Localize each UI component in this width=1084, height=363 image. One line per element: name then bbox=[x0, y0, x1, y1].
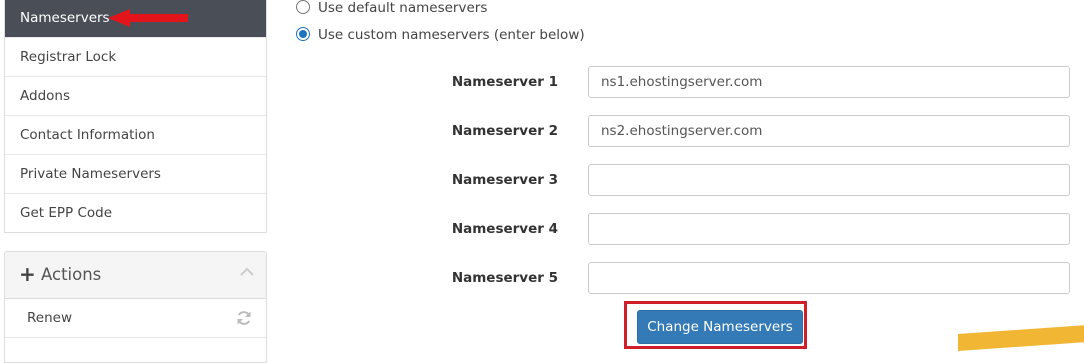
nameserver-1-input[interactable] bbox=[588, 66, 1070, 98]
domain-management-menu: Nameservers Registrar Lock Addons Contac… bbox=[4, 0, 267, 233]
actions-panel-title: Actions bbox=[41, 265, 102, 284]
nameserver-5-label: Nameserver 5 bbox=[451, 270, 558, 286]
nameserver-3-label: Nameserver 3 bbox=[451, 172, 558, 188]
radio-label: Use custom nameservers (enter below) bbox=[318, 27, 585, 43]
red-arrow-annotation-icon bbox=[108, 9, 188, 27]
sidebar-item-label: Nameservers bbox=[20, 10, 110, 26]
nameserver-2-input[interactable] bbox=[588, 115, 1070, 147]
chevron-up-icon[interactable] bbox=[240, 267, 254, 276]
radio-button-selected[interactable] bbox=[296, 27, 310, 41]
radio-button[interactable] bbox=[296, 0, 310, 14]
sidebar-item-label: Registrar Lock bbox=[20, 49, 117, 65]
sidebar-item-label: Addons bbox=[20, 88, 70, 104]
radio-label: Use default nameservers bbox=[318, 0, 488, 16]
action-item-renew[interactable]: Renew bbox=[5, 299, 266, 338]
change-nameservers-button[interactable]: Change Nameservers bbox=[637, 310, 803, 344]
nameserver-4-label: Nameserver 4 bbox=[451, 221, 558, 237]
refresh-icon bbox=[237, 311, 251, 325]
nameserver-2-label: Nameserver 2 bbox=[451, 123, 558, 139]
sidebar-item-label: Get EPP Code bbox=[20, 205, 113, 221]
nameserver-3-input[interactable] bbox=[588, 164, 1070, 196]
action-item-label: Renew bbox=[27, 310, 72, 326]
actions-panel: + Actions Renew bbox=[4, 251, 267, 363]
sidebar-item-addons[interactable]: Addons bbox=[5, 76, 266, 115]
nameserver-4-input[interactable] bbox=[588, 213, 1070, 245]
plus-icon: + bbox=[19, 262, 36, 286]
radio-custom-nameservers[interactable]: Use custom nameservers (enter below) bbox=[296, 25, 585, 45]
nameserver-1-label: Nameserver 1 bbox=[451, 74, 558, 90]
nameserver-5-input[interactable] bbox=[588, 262, 1070, 294]
actions-panel-header[interactable]: + Actions bbox=[5, 252, 266, 299]
radio-default-nameservers[interactable]: Use default nameservers bbox=[296, 0, 487, 18]
sidebar-item-private-nameservers[interactable]: Private Nameservers bbox=[5, 154, 266, 193]
sidebar-item-label: Contact Information bbox=[20, 127, 155, 143]
sidebar-item-registrar-lock[interactable]: Registrar Lock bbox=[5, 37, 266, 76]
sidebar-item-label: Private Nameservers bbox=[20, 166, 161, 182]
yellow-highlight-mark bbox=[958, 325, 1084, 351]
sidebar-item-contact-information[interactable]: Contact Information bbox=[5, 115, 266, 154]
sidebar-item-get-epp-code[interactable]: Get EPP Code bbox=[5, 193, 266, 232]
